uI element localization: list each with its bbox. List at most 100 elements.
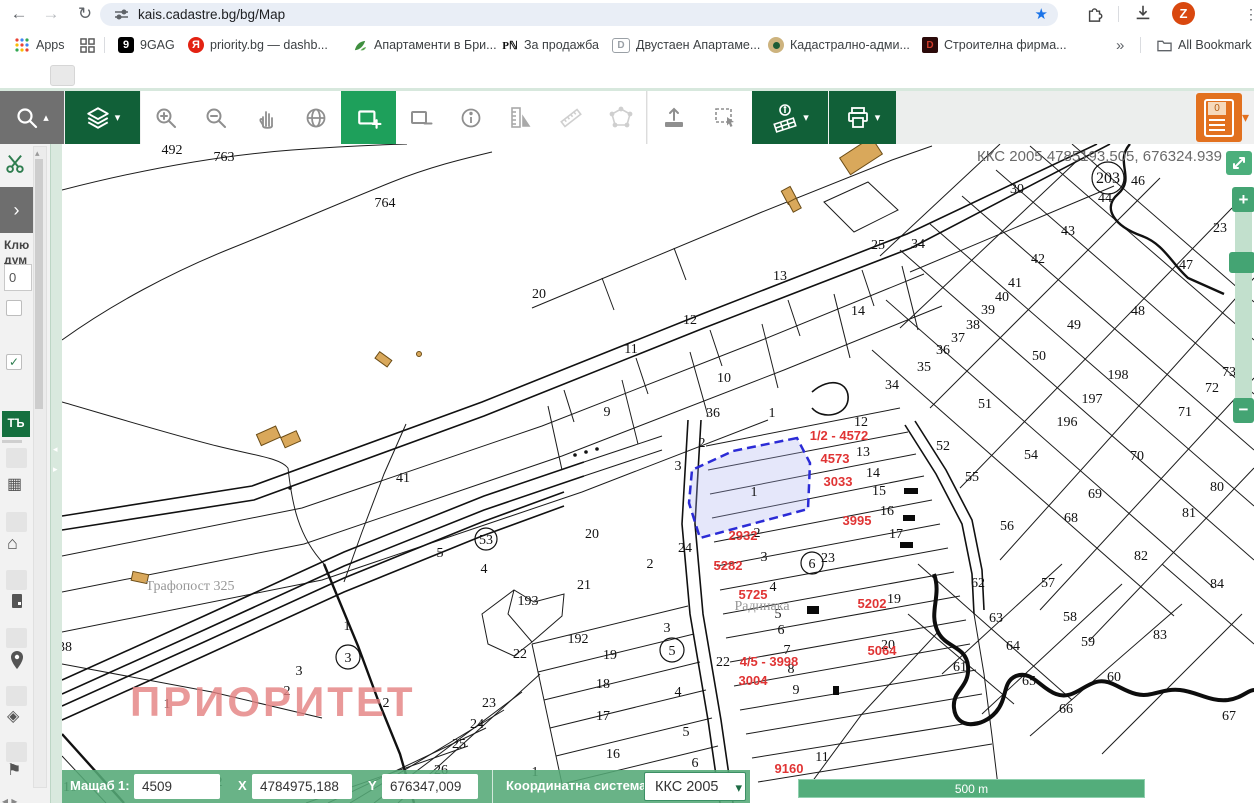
parcel-number: 2 xyxy=(647,557,654,572)
measure-distance-button[interactable] xyxy=(546,91,597,144)
parcel-number: 23 xyxy=(1213,221,1227,236)
url-bar[interactable]: kais.cadastre.bg/bg/Map ★ xyxy=(100,3,1058,26)
tool-placeholder[interactable] xyxy=(6,742,27,762)
tool-placeholder[interactable] xyxy=(6,628,27,648)
nav-arrows-icon[interactable]: ◂ ▸ xyxy=(2,792,17,803)
cabinet-icon[interactable] xyxy=(8,592,26,610)
parcel-number: 66 xyxy=(1059,702,1073,717)
bookmark-star-icon[interactable]: ★ xyxy=(1035,5,1048,23)
x-input[interactable]: 4784975,188 xyxy=(252,774,352,799)
parcel-id-label: 4573 xyxy=(821,451,850,466)
parcel-number: 52 xyxy=(936,439,950,454)
bookmark-item[interactable]: D Строителна фирма... xyxy=(922,35,1067,55)
scale-input[interactable]: 4509 xyxy=(134,774,220,799)
bookmark-item[interactable]: Pℕ За продажба xyxy=(502,35,599,55)
site-settings-icon[interactable] xyxy=(114,7,129,27)
parcel-number: 3 xyxy=(675,459,682,474)
globe-button[interactable] xyxy=(291,91,342,144)
filter-checkbox[interactable] xyxy=(6,300,22,316)
parcel-number: 47 xyxy=(1179,258,1193,273)
search-button[interactable]: ▴ xyxy=(0,91,64,144)
bookmarks-bar: Apps 9 9GAG Я priority.bg — dashb... Апа… xyxy=(0,28,1254,62)
zoom-slider-track[interactable] xyxy=(1235,212,1252,403)
collapse-left-icon[interactable]: ◂ xyxy=(53,444,58,455)
scissors-icon[interactable] xyxy=(4,152,26,174)
bookmark-item[interactable]: Кадастрално-адми... xyxy=(768,35,910,55)
extensions-icon[interactable] xyxy=(1086,4,1104,27)
orders-chevron-icon[interactable]: ▾ xyxy=(1242,109,1249,126)
layers-info-button[interactable]: ▾ xyxy=(752,91,828,144)
tool-placeholder[interactable] xyxy=(6,512,27,532)
all-bookmarks[interactable]: All Bookmark xyxy=(1156,35,1252,55)
collapse-right-icon[interactable]: ▸ xyxy=(53,464,58,475)
parcel-number: 61 xyxy=(953,660,967,675)
parcel-number: 39 xyxy=(981,303,995,318)
measure-area-button[interactable] xyxy=(496,91,547,144)
zoom-out-map-button[interactable]: − xyxy=(1233,398,1254,423)
search-submit-button[interactable]: ТЪ xyxy=(2,411,30,437)
parcel-id-label: 5064 xyxy=(868,643,898,658)
back-icon[interactable]: ← xyxy=(8,3,30,25)
select-rect-remove-button[interactable] xyxy=(396,91,447,144)
search-collapse-icon[interactable]: ▴ xyxy=(43,111,49,124)
reload-icon[interactable]: ↻ xyxy=(74,3,96,25)
home-icon[interactable]: ⌂ xyxy=(7,534,18,552)
parcel-number: 81 xyxy=(1182,506,1196,521)
zoom-out-button[interactable] xyxy=(191,91,242,144)
tool-placeholder[interactable] xyxy=(6,686,27,706)
scrollbar-thumb[interactable] xyxy=(35,159,43,409)
y-input[interactable]: 676347,009 xyxy=(382,774,478,799)
draw-polygon-button[interactable] xyxy=(596,91,647,144)
select-rect-add-button[interactable] xyxy=(341,91,396,144)
9gag-favicon: 9 xyxy=(118,37,134,53)
parcel-number: 1 xyxy=(751,485,758,500)
layers-button[interactable]: ▾ xyxy=(65,91,140,144)
avatar[interactable]: Z xyxy=(1172,2,1195,25)
layers-diamond-icon[interactable]: ◈ xyxy=(7,708,19,726)
parcel-number: 65 xyxy=(1022,674,1036,689)
panel-expand-button[interactable]: › xyxy=(0,187,33,233)
zoom-in-map-button[interactable]: + xyxy=(1232,187,1254,212)
zoom-in-button[interactable] xyxy=(141,91,192,144)
info-button[interactable] xyxy=(446,91,497,144)
crs-dropdown[interactable]: ККС 2005 ▾ xyxy=(644,772,746,801)
scroll-up-icon[interactable]: ▴ xyxy=(35,148,40,159)
parcel-number: 59 xyxy=(1081,635,1095,650)
forward-icon[interactable]: → xyxy=(40,3,62,25)
upload-button[interactable] xyxy=(648,91,701,144)
parcel-number: 23 xyxy=(482,696,496,711)
selected-parcel[interactable] xyxy=(689,438,810,538)
download-icon[interactable] xyxy=(1134,4,1152,27)
parcel-number: 46 xyxy=(1131,174,1145,189)
pan-hand-button[interactable] xyxy=(241,91,292,144)
bookmark-item[interactable]: 9 9GAG xyxy=(118,35,175,55)
tool-placeholder[interactable] xyxy=(6,570,27,590)
sidebar-scrollbar[interactable]: ▴ xyxy=(33,146,47,788)
folder-icon xyxy=(1156,37,1172,53)
reading-list-icon[interactable] xyxy=(80,35,95,55)
bookmark-item[interactable]: Апартаменти в Бри... xyxy=(352,35,497,55)
more-menu-icon[interactable]: ⋮ xyxy=(1240,3,1254,25)
parcel-number: 3 xyxy=(664,621,671,636)
fullscreen-button[interactable] xyxy=(1226,151,1252,175)
tool-placeholder[interactable] xyxy=(6,448,27,468)
orders-menu-button[interactable]: 0 xyxy=(1196,93,1242,142)
bookmark-item[interactable]: Я priority.bg — dashb... xyxy=(188,35,328,55)
map-canvas[interactable]: 4927637642013121114253410936123363534125… xyxy=(62,144,1254,803)
parcel-number: 763 xyxy=(214,150,235,165)
bookmark-item[interactable]: D Двустаен Апартаме... xyxy=(612,35,760,55)
grid-icon[interactable]: ▦ xyxy=(7,476,22,494)
flag-icon[interactable]: ⚑ xyxy=(7,762,21,780)
y-label: Y xyxy=(368,778,377,793)
bookmark-label: За продажба xyxy=(524,38,599,52)
print-button[interactable]: ▾ xyxy=(829,91,896,144)
apps-shortcut[interactable]: Apps xyxy=(14,35,65,55)
parcel-number: 50 xyxy=(1032,349,1046,364)
filter-checkbox-checked[interactable]: ✓ xyxy=(6,354,22,370)
bookmarks-overflow[interactable]: » xyxy=(1116,35,1124,55)
marquee-select-button[interactable] xyxy=(700,91,753,144)
zoom-slider-handle[interactable] xyxy=(1229,252,1254,273)
location-pin-icon[interactable] xyxy=(8,650,26,670)
browser-window: ← → ↻ kais.cadastre.bg/bg/Map ★ Z ⋮ Apps xyxy=(0,0,1254,803)
keyword-input[interactable]: 0 xyxy=(4,264,32,291)
